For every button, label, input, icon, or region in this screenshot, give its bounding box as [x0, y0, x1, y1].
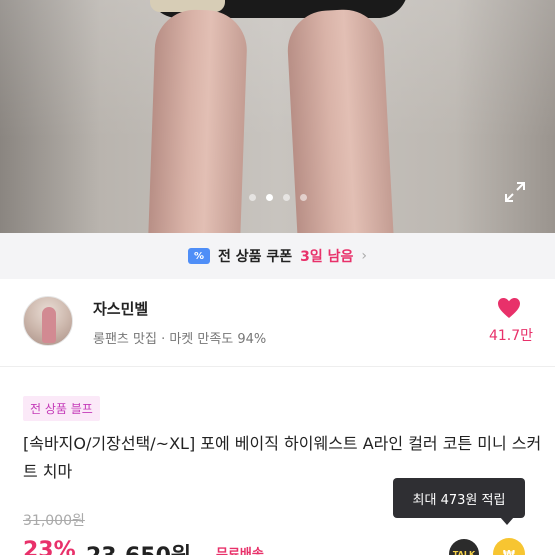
tooltip-arrow [500, 517, 514, 525]
image-pagination [0, 194, 555, 201]
talk-icon[interactable]: TALK [449, 539, 479, 555]
coupon-days-left: 3일 남음 [300, 249, 354, 265]
pagination-dot[interactable] [248, 194, 256, 201]
pagination-dot[interactable] [299, 194, 307, 201]
shop-info[interactable]: 자스민벨 롱팬츠 맛집 · 마켓 만족도 94% 41.7만 [0, 279, 555, 367]
coin-icon[interactable]: ₩ [493, 538, 525, 555]
free-shipping-label[interactable]: 무료배송 [216, 543, 264, 555]
product-image[interactable] [0, 0, 555, 233]
pagination-dot[interactable] [282, 194, 290, 201]
original-price: 31,000원 [23, 513, 85, 529]
avatar-figure [42, 307, 56, 343]
sale-price: 23,650원 [86, 538, 191, 555]
coupon-banner[interactable]: % 전 상품 쿠폰 3일 남음 › [0, 233, 555, 279]
shop-meta: 롱팬츠 맛집 · 마켓 만족도 94% [93, 332, 267, 347]
shop-avatar[interactable] [23, 296, 73, 346]
promo-badge: 전 상품 블프 [23, 396, 100, 421]
heart-icon[interactable] [497, 297, 521, 319]
reward-tooltip: 최대 473원 적립 [393, 478, 525, 518]
coupon-text: 전 상품 쿠폰 [217, 249, 293, 265]
shop-name[interactable]: 자스민벨 [93, 298, 148, 319]
like-count: 41.7만 [488, 328, 533, 344]
discount-rate: 23% [23, 538, 76, 555]
coupon-icon: % [187, 248, 210, 264]
fullscreen-icon[interactable] [503, 180, 527, 204]
pagination-dot-active[interactable] [265, 194, 273, 201]
chevron-right-icon: › [361, 248, 368, 264]
